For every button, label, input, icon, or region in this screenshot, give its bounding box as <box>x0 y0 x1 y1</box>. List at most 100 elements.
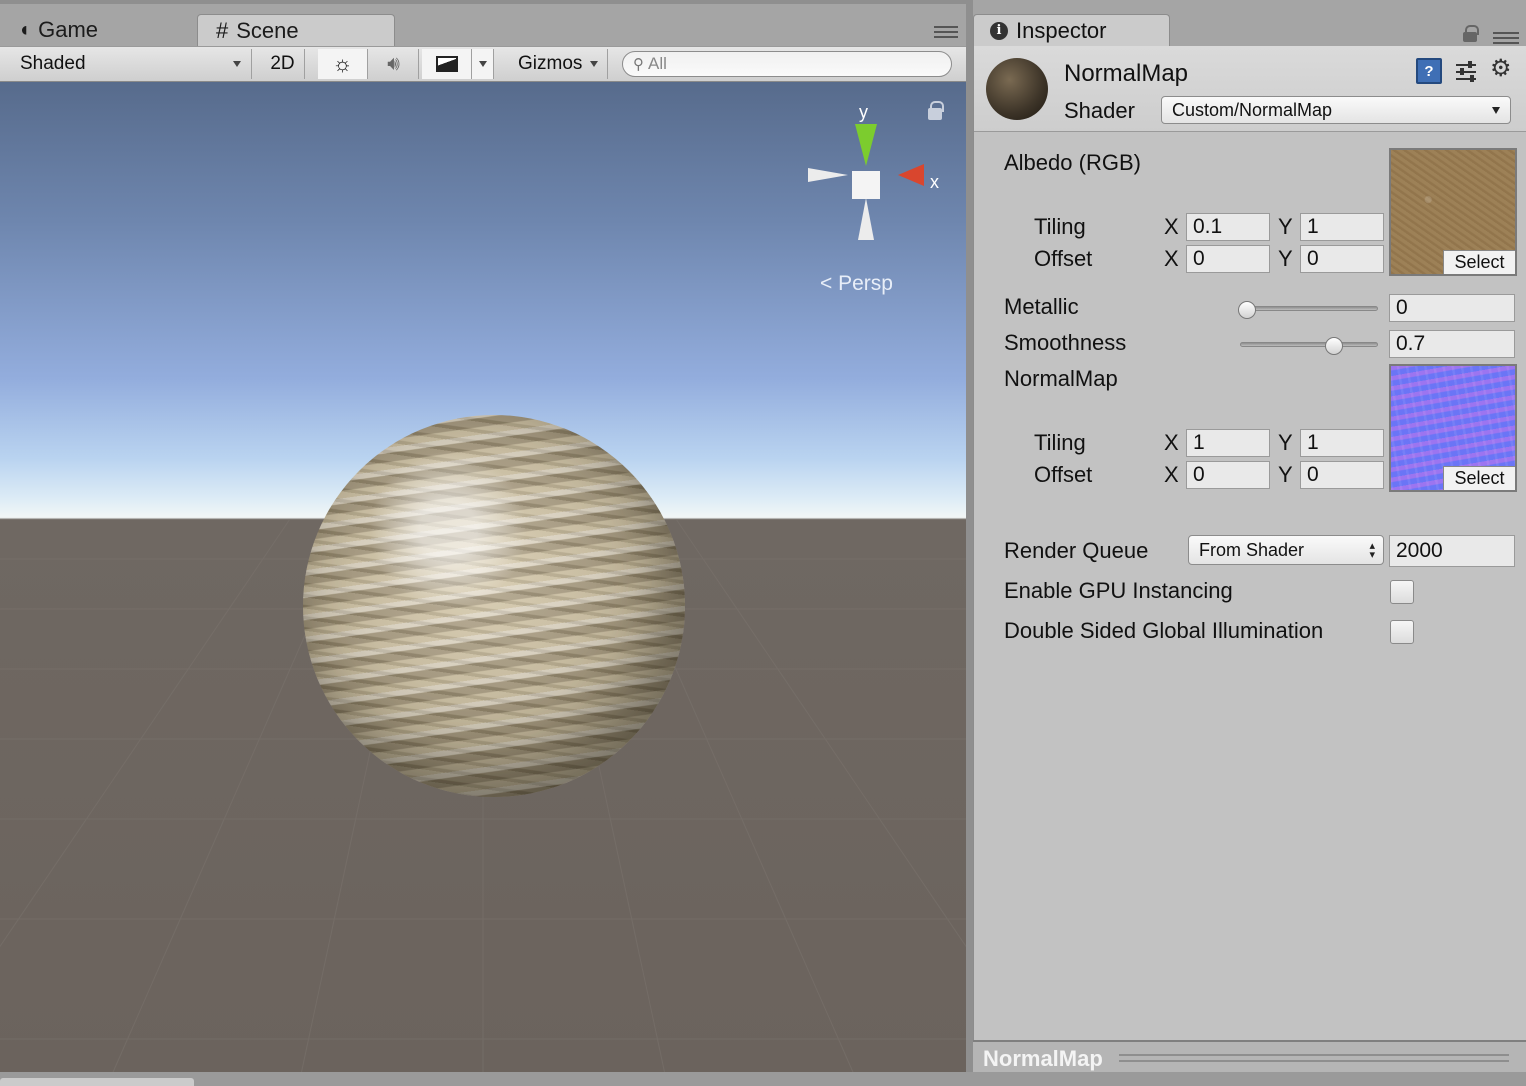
draw-mode-dropdown[interactable]: Shaded <box>8 49 252 79</box>
search-placeholder: All <box>648 54 667 73</box>
gpu-instancing-label: Enable GPU Instancing <box>1004 578 1233 603</box>
axis-x-label: X <box>1164 430 1179 455</box>
gpu-instancing-checkbox[interactable] <box>1390 580 1414 604</box>
albedo-label: Albedo (RGB) <box>1004 150 1141 175</box>
normalmap-offset-y-field[interactable]: 0 <box>1300 461 1384 489</box>
scene-viewport[interactable]: y x < Persp <box>0 82 966 1072</box>
gizmo-y-label: y <box>859 102 868 122</box>
scene-effects-dropdown[interactable] <box>472 49 494 79</box>
shader-dropdown[interactable]: Custom/NormalMap <box>1161 96 1511 124</box>
preview-header[interactable]: NormalMap <box>973 1040 1526 1072</box>
scene-tab-menu-icon[interactable] <box>934 26 958 40</box>
render-queue-label: Render Queue <box>1004 538 1149 563</box>
normalmap-select-button[interactable]: Select <box>1443 466 1515 490</box>
double-sided-gi-checkbox[interactable] <box>1390 620 1414 644</box>
normalmap-texture-slot[interactable]: Select <box>1389 364 1517 492</box>
tab-inspector[interactable]: i Inspector <box>973 14 1170 46</box>
inspector-menu-icon[interactable] <box>1493 32 1519 46</box>
speaker-icon: 🔊︎ <box>387 52 400 75</box>
shader-value: Custom/NormalMap <box>1172 99 1333 120</box>
render-queue-dropdown[interactable]: From Shader ▴ ▾ <box>1188 535 1384 565</box>
bottom-panel-strip <box>0 1072 1526 1086</box>
albedo-select-button[interactable]: Select <box>1443 250 1515 274</box>
pacman-icon: ◖ <box>18 18 31 41</box>
presets-icon[interactable] <box>1454 58 1480 84</box>
axis-x-label: X <box>1164 462 1179 487</box>
albedo-offset-y-field[interactable]: 0 <box>1300 245 1384 273</box>
double-sided-gi-label: Double Sided Global Illumination <box>1004 618 1324 643</box>
gizmos-label: Gizmos <box>518 53 583 74</box>
axis-x-label: X <box>1164 246 1179 271</box>
updown-arrows-icon: ▴ ▾ <box>1369 540 1375 561</box>
scene-effects-toggle[interactable] <box>422 49 472 79</box>
tab-scene-label: Scene <box>236 17 299 43</box>
neg-x-axis-cone[interactable] <box>808 168 848 182</box>
normalmap-offset-x-field[interactable]: 0 <box>1186 461 1270 489</box>
lock-icon[interactable] <box>928 101 944 120</box>
chevron-down-icon <box>478 61 487 67</box>
metallic-value-field[interactable]: 0 <box>1389 294 1515 322</box>
grid-icon: # <box>216 17 229 43</box>
shader-label: Shader <box>1064 98 1135 123</box>
y-axis-cone[interactable] <box>855 124 877 166</box>
scene-lighting-toggle[interactable]: ☼ <box>318 49 368 79</box>
projection-label: Persp <box>838 272 893 295</box>
metallic-slider-thumb[interactable] <box>1238 301 1256 319</box>
gizmos-dropdown[interactable]: Gizmos <box>508 49 608 79</box>
draw-mode-label: Shaded <box>20 53 86 74</box>
lock-icon[interactable] <box>1463 25 1479 42</box>
scene-audio-toggle[interactable]: 🔊︎ <box>369 49 419 79</box>
search-icon: ⚲ <box>633 56 644 73</box>
toggle-2d-button[interactable]: 2D <box>261 49 305 79</box>
inspector-panel: NormalMap Shader Custom/NormalMap ? ⚙ Al… <box>973 46 1526 1040</box>
albedo-offset-x-field[interactable]: 0 <box>1186 245 1270 273</box>
preview-title: NormalMap <box>983 1046 1103 1071</box>
scene-toolbar: Shaded 2D ☼ 🔊︎ Gizmos ⚲ All <box>0 46 966 82</box>
normalmap-label: NormalMap <box>1004 366 1118 391</box>
axis-y-label: Y <box>1278 430 1293 455</box>
drag-handle[interactable] <box>1119 1054 1509 1062</box>
material-preview-thumbnail <box>986 58 1048 120</box>
tab-scene[interactable]: # Scene <box>197 14 395 46</box>
x-axis-cone[interactable] <box>898 164 924 186</box>
albedo-tiling-x-field[interactable]: 0.1 <box>1186 213 1270 241</box>
scene-search-input[interactable]: ⚲ All <box>622 51 952 77</box>
albedo-offset-label: Offset <box>1034 246 1093 271</box>
normalmap-tiling-label: Tiling <box>1034 430 1086 455</box>
orientation-gizmo[interactable]: y x <box>800 102 950 252</box>
sun-icon: ☼ <box>332 51 353 76</box>
gizmo-center-cube[interactable] <box>852 171 880 199</box>
metallic-label: Metallic <box>1004 294 1079 319</box>
projection-toggle[interactable]: < Persp <box>820 272 893 296</box>
smoothness-slider[interactable] <box>1240 342 1378 347</box>
gizmo-x-label: x <box>930 172 939 192</box>
albedo-tiling-label: Tiling <box>1034 214 1086 239</box>
albedo-tiling-y-field[interactable]: 1 <box>1300 213 1384 241</box>
bottom-panel-tab[interactable] <box>0 1078 194 1086</box>
smoothness-slider-thumb[interactable] <box>1325 337 1343 355</box>
smoothness-label: Smoothness <box>1004 330 1127 355</box>
tab-game[interactable]: ◖ Game <box>0 14 195 46</box>
tab-inspector-label: Inspector <box>1016 17 1107 43</box>
neg-y-axis-cone[interactable] <box>858 198 874 240</box>
normalmap-tiling-y-field[interactable]: 1 <box>1300 429 1384 457</box>
chevron-down-icon <box>590 61 599 67</box>
tab-game-label: Game <box>38 17 99 42</box>
albedo-texture-slot[interactable]: Select <box>1389 148 1517 276</box>
render-queue-mode: From Shader <box>1199 539 1305 560</box>
gear-icon[interactable]: ⚙ <box>1490 54 1516 82</box>
smoothness-value-field[interactable]: 0.7 <box>1389 330 1515 358</box>
render-queue-value-field[interactable]: 2000 <box>1389 535 1515 567</box>
help-book-icon[interactable]: ? <box>1416 58 1442 84</box>
material-header: NormalMap Shader Custom/NormalMap ? ⚙ <box>974 46 1526 132</box>
chevron-down-icon <box>1492 107 1500 114</box>
toggle-2d-label: 2D <box>270 53 295 74</box>
metallic-slider[interactable] <box>1240 306 1378 311</box>
axis-y-label: Y <box>1278 462 1293 487</box>
axis-y-label: Y <box>1278 214 1293 239</box>
normalmap-tiling-x-field[interactable]: 1 <box>1186 429 1270 457</box>
axis-y-label: Y <box>1278 246 1293 271</box>
inspector-tabbar: i Inspector <box>973 0 1526 46</box>
textured-sphere[interactable] <box>303 415 685 797</box>
panel-splitter[interactable] <box>966 0 973 1086</box>
